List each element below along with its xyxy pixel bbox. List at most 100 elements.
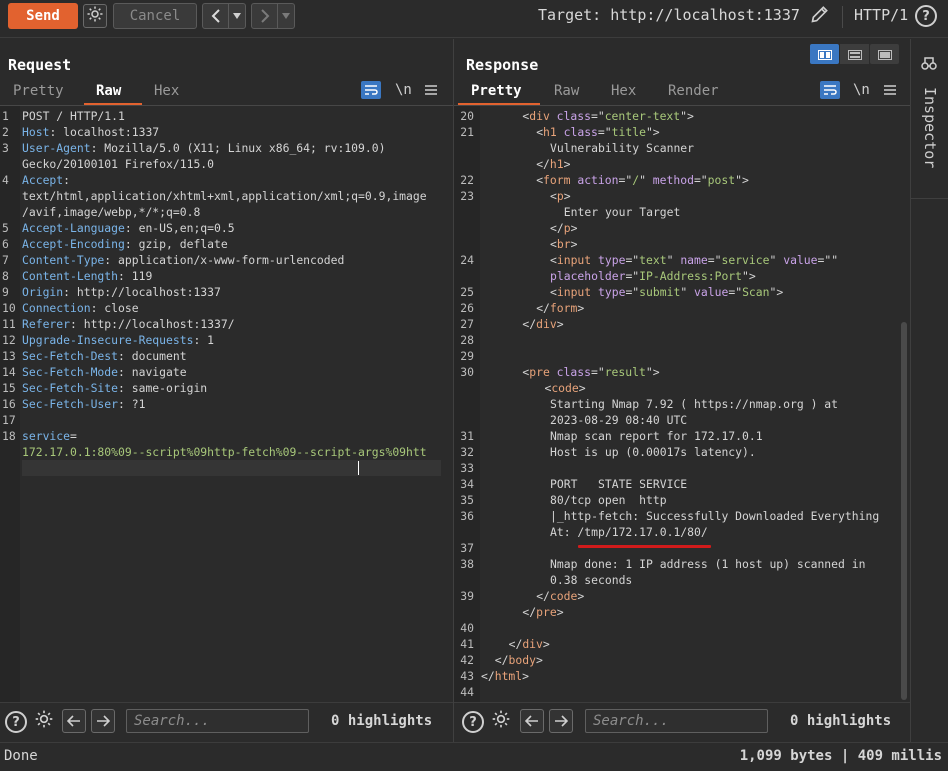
request-newline-toggle[interactable]: \n [395,82,412,98]
code-token: form [549,301,578,315]
response-bottom-divider [454,702,910,703]
response-search-input[interactable]: Search... [585,709,768,733]
response-menu-icon[interactable] [883,82,897,98]
response-tab-raw[interactable]: Raw [554,83,579,99]
send-button[interactable]: Send [8,3,78,29]
code-token: Connection [22,301,91,315]
code-line: Gecko/20100101 Firefox/115.0 [22,156,214,172]
back-dropdown-icon[interactable] [229,4,245,28]
request-help-icon[interactable]: ? [5,711,27,733]
code-token: text/html,application/xhtml+xml,applicat… [22,189,427,203]
code-token: Nmap done: 1 IP address (1 host up) scan… [550,557,866,571]
code-token: Sec-Fetch-User [22,397,119,411]
request-menu-icon[interactable] [424,82,438,98]
inspector-tab[interactable]: Inspector [911,39,948,199]
response-scrollbar[interactable] [901,322,907,700]
code-token: : en-US,en;q=0.5 [124,221,235,235]
code-line: Nmap scan report for 172.17.0.1 [550,428,763,444]
response-search-prev-button[interactable] [520,709,544,733]
code-token: </ [536,589,550,603]
code-token: |_http-fetch: Successfully Downloaded Ev… [550,509,880,523]
request-tab-hex[interactable]: Hex [154,83,179,99]
response-newline-toggle[interactable]: \n [853,82,870,98]
line-number: 39 [460,589,474,603]
code-line: Nmap done: 1 IP address (1 host up) scan… [550,556,865,572]
code-token: Gecko/20100101 Firefox/115.0 [22,157,215,171]
code-token: > [577,301,585,315]
settings-button[interactable] [83,4,107,28]
code-line: Sec-Fetch-User: ?1 [22,396,145,412]
code-token: : 1 [193,333,215,347]
request-search-next-button[interactable] [91,709,115,733]
back-nav-group[interactable] [202,3,246,29]
line-number: 33 [460,461,474,475]
line-number: 24 [460,253,474,267]
code-line: </p> [550,220,577,236]
back-arrow-icon[interactable] [203,4,229,28]
edit-target-button[interactable] [808,4,832,28]
layout-tabs-button[interactable] [870,44,899,64]
response-tab-hex[interactable]: Hex [611,83,636,99]
code-line: Referer: http://localhost:1337/ [22,316,235,332]
line-number: 26 [460,301,474,315]
line-number: 18 [2,429,16,443]
code-line: Starting Nmap 7.92 ( https://nmap.org ) … [550,396,838,412]
request-search-input[interactable]: Search... [126,709,309,733]
code-line: <form action="/" method="post"> [536,172,749,188]
code-token: center-text [604,109,681,123]
code-token: </ [536,157,550,171]
request-tab-pretty[interactable]: Pretty [13,83,64,99]
http-version-selector[interactable]: HTTP/1 [854,6,908,24]
code-line: text/html,application/xhtml+xml,applicat… [22,188,427,204]
request-current-line-highlight [22,460,441,476]
code-token: Upgrade-Insecure-Requests [22,333,194,347]
response-help-icon[interactable]: ? [462,711,484,733]
request-tab-raw[interactable]: Raw [96,83,121,99]
code-token: form [543,173,571,187]
help-icon[interactable]: ? [915,5,937,27]
line-number: 38 [460,557,474,571]
code-token: post [707,173,736,187]
line-number: 29 [460,349,474,363]
code-line: Content-Length: 119 [22,268,152,284]
line-number: 15 [2,381,16,395]
code-line: POST / HTTP/1.1 [22,108,125,124]
line-number: 32 [460,445,474,459]
request-title: Request [8,56,72,74]
request-search-prev-button[interactable] [62,709,86,733]
request-wrap-toggle[interactable] [361,81,381,99]
code-token: Sec-Fetch-Site [22,381,119,395]
code-token: Accept-Encoding [22,237,125,251]
code-token: : 119 [118,269,153,283]
code-line: service= [22,428,77,444]
code-line: placeholder="IP-Address:Port"> [550,268,756,284]
line-number: 27 [460,317,474,331]
line-number: 1 [2,109,9,123]
response-editor[interactable]: 20 <div class="center-text"> 21 <h1 class="… [454,108,900,702]
code-line: Vulnerability Scanner [550,140,694,156]
request-search-settings-button[interactable] [33,710,55,732]
line-number: 42 [460,653,474,667]
line-number: 34 [460,477,474,491]
code-line: </code> [536,588,584,604]
response-search-next-button[interactable] [549,709,573,733]
response-tab-render[interactable]: Render [668,83,719,99]
code-token: Origin [22,285,64,299]
code-token: : document [118,349,187,363]
response-tab-pretty[interactable]: Pretty [471,83,522,99]
request-editor[interactable]: 1 POST / HTTP/1.1 2 Host: localhost:1337 3 Us… [0,108,453,702]
code-token: 0.38 seconds [550,573,633,587]
code-token: Referer [22,317,71,331]
line-number: 8 [2,269,9,283]
code-line: PORT STATE SERVICE [550,476,687,492]
layout-top-bottom-button[interactable] [840,44,869,64]
line-number: 35 [460,493,474,507]
code-token: </ [550,221,564,235]
response-wrap-toggle[interactable] [820,81,840,99]
line-number: 6 [2,237,9,251]
code-line: Sec-Fetch-Site: same-origin [22,380,207,396]
layout-side-by-side-button[interactable] [810,44,839,64]
code-token: "> [742,269,756,283]
code-token: </ [508,637,523,651]
response-search-settings-button[interactable] [490,710,512,732]
